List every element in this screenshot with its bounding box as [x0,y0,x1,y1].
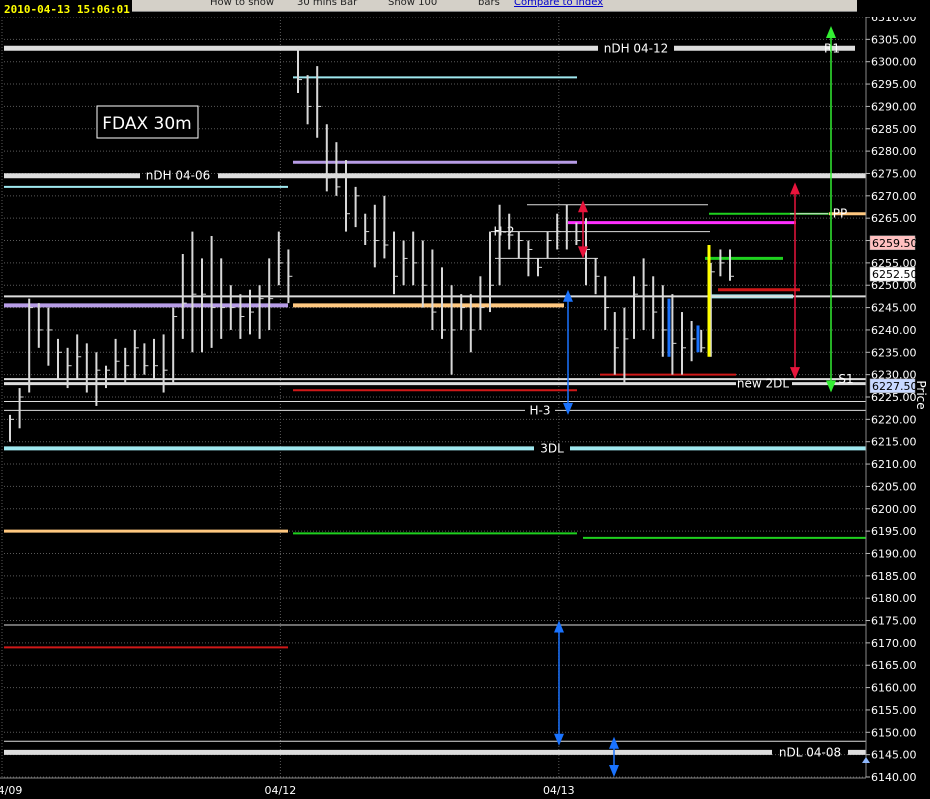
price-tick-label-14: 6210.00 [871,458,917,471]
period-select[interactable]: 30 mins Bar [297,0,357,8]
top-bar: 2010-04-13 15:06:01 How to show 30 mins … [0,0,930,17]
time-tick-label-1: 04/12 [265,784,297,797]
price-tick-label-1: 6145.00 [871,749,917,762]
price-tick-label-20: 6240.00 [871,324,917,337]
toolbar: How to show 30 mins Bar Show 100 bars Co… [132,0,857,12]
price-tick-label-21: 6245.00 [871,302,917,315]
price-tick-label-31: 6295.00 [871,78,917,91]
chart-title-box: FDAX 30m [96,105,199,139]
price-tick-label-12: 6200.00 [871,503,917,516]
show-count-checkbox[interactable]: Show 100 [388,0,437,8]
price-tick-label-26: 6270.00 [871,190,917,203]
price-tick-label-33: 6305.00 [871,33,917,46]
price-tick-label-10: 6190.00 [871,547,917,560]
price-tick-label-7: 6175.00 [871,615,917,628]
level-label-37: PP [833,207,847,221]
price-tick-label-0: 6140.00 [871,771,917,784]
level-label-39: S1 [838,372,853,386]
level-label-38: R1 [824,41,840,55]
level-label-22: H-3 [530,403,551,417]
price-axis-label: Price [914,380,928,409]
price-tag-0: 6259.50 [872,237,918,250]
price-tick-label-30: 6290.00 [871,100,917,113]
chart-title: FDAX 30m [102,114,191,134]
level-label-32: nDL 04-08 [779,745,841,759]
bars-label: bars [478,0,500,8]
timestamp: 2010-04-13 15:06:01 [4,3,130,16]
price-tick-label-2: 6150.00 [871,726,917,739]
price-tick-label-15: 6215.00 [871,436,917,449]
price-tag-2: 6227.50 [872,380,918,393]
level-label-18: new 2DL [737,377,789,391]
price-tick-label-8: 6180.00 [871,592,917,605]
price-tag-1: 6252.50 [872,268,918,281]
price-tick-label-3: 6155.00 [871,704,917,717]
price-axis[interactable]: 6140.00 6145.00 6150.00 6155.00 6160.00 6165.… [862,11,918,784]
time-tick-label-2: 04/13 [543,784,575,797]
price-tick-label-29: 6285.00 [871,123,917,136]
price-tick-label-11: 6195.00 [871,525,917,538]
price-tick-label-25: 6265.00 [871,212,917,225]
price-tick-label-6: 6170.00 [871,637,917,650]
level-label-2: nDH 04-06 [146,169,211,183]
level-label-0: nDH 04-12 [604,41,669,55]
level-label-24: 3DL [540,441,564,455]
price-chart[interactable]: nDH 04-12 nDH 04-06 new 2DL H-3 3DL nDL 04-08… [0,0,930,799]
compare-to-index-link[interactable]: Compare to index [514,0,603,8]
price-tick-label-5: 6165.00 [871,659,917,672]
price-tick-label-13: 6205.00 [871,480,917,493]
price-tick-label-19: 6235.00 [871,346,917,359]
time-tick-label-0: 4/09 [0,784,22,797]
how-to-show-label: How to show [210,0,275,8]
price-tick-label-4: 6160.00 [871,682,917,695]
price-tick-label-9: 6185.00 [871,570,917,583]
price-tick-label-27: 6275.00 [871,167,917,180]
price-tick-label-28: 6280.00 [871,145,917,158]
price-tick-label-32: 6300.00 [871,56,917,69]
price-tick-label-16: 6220.00 [871,413,917,426]
